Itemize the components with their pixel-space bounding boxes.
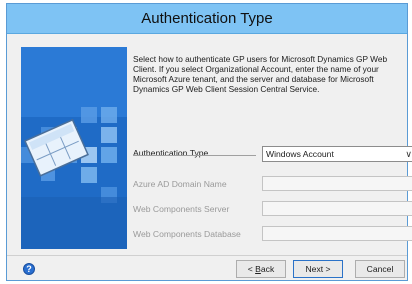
azure-domain-label: Azure AD Domain Name [133, 179, 227, 189]
web-database-label: Web Components Database [133, 229, 241, 239]
help-icon[interactable]: ? [23, 263, 35, 275]
auth-type-dropdown[interactable]: Windows Account ∨ [262, 146, 412, 162]
back-label: ack [260, 264, 275, 274]
installer-dialog: Authentication Type Select how to authen… [6, 3, 412, 281]
auth-type-value: Windows Account [266, 149, 334, 159]
side-graphic [21, 47, 127, 249]
web-server-label: Web Components Server [133, 204, 230, 214]
setup-illustration [21, 47, 127, 249]
web-database-input[interactable] [262, 226, 412, 241]
instructions-text: Select how to authenticate GP users for … [133, 54, 388, 94]
dialog-title: Authentication Type [141, 10, 273, 27]
chevron-down-icon: ∨ [405, 149, 412, 159]
web-server-input[interactable] [262, 201, 412, 216]
next-button[interactable]: Next > [293, 260, 343, 278]
title-bar: Authentication Type [7, 4, 407, 34]
auth-type-label: Authentication Type [133, 148, 209, 158]
cancel-button[interactable]: Cancel [355, 260, 405, 278]
footer-divider [7, 255, 407, 256]
back-button[interactable]: < Back [236, 260, 286, 278]
azure-domain-input[interactable] [262, 176, 412, 191]
label-underline [133, 155, 256, 156]
